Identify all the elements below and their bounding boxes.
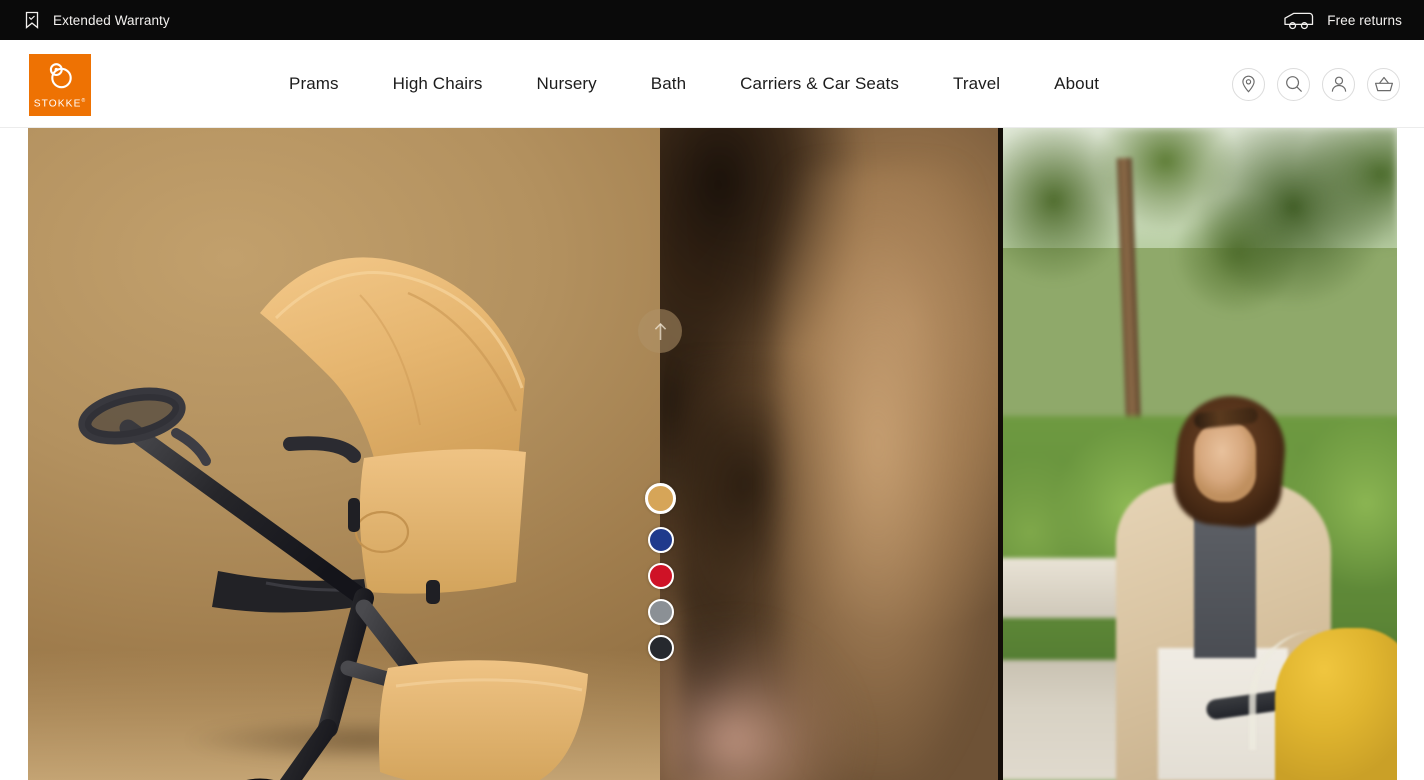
search-icon — [1285, 76, 1302, 93]
stroller-illustration — [78, 257, 588, 780]
location-pin-icon — [1242, 75, 1255, 93]
nav-item-high-chairs[interactable]: High Chairs — [366, 74, 510, 94]
swatch-black[interactable] — [647, 635, 674, 661]
nav-item-nursery[interactable]: Nursery — [510, 74, 624, 94]
arrow-up-icon — [654, 322, 666, 340]
closeup-lower-highlight — [660, 600, 860, 780]
color-swatch-list — [645, 483, 676, 661]
lifestyle-woman-top — [1194, 508, 1256, 658]
warranty-ribbon-icon — [24, 11, 40, 29]
stokke-logo-mark — [45, 62, 75, 95]
search-button[interactable] — [1277, 67, 1310, 101]
free-returns-label: Free returns — [1327, 12, 1402, 28]
nav-item-prams[interactable]: Prams — [262, 74, 366, 94]
delivery-truck-icon — [1284, 11, 1314, 30]
extended-warranty-label: Extended Warranty — [53, 12, 170, 28]
account-button[interactable] — [1322, 67, 1355, 101]
stokke-logo[interactable]: STOKKE® — [29, 54, 91, 116]
stage-left-margin — [0, 128, 28, 780]
scroll-up-button[interactable] — [638, 309, 682, 353]
lifestyle-divider — [998, 128, 1003, 780]
nav-item-about[interactable]: About — [1027, 74, 1126, 94]
swatch-deep-blue[interactable] — [647, 527, 674, 553]
promo-bar: Extended Warranty Free returns — [0, 0, 1424, 40]
product-image[interactable] — [28, 128, 660, 780]
swatch-ruby-red[interactable] — [647, 563, 674, 589]
lifestyle-woman-face — [1194, 420, 1256, 502]
main-navigation: Prams High Chairs Nursery Bath Carriers … — [262, 40, 1126, 128]
hero-stage — [0, 128, 1424, 780]
header-actions — [1232, 40, 1400, 128]
stage-right-margin — [1397, 128, 1424, 780]
nav-item-bath[interactable]: Bath — [624, 74, 713, 94]
store-locator-button[interactable] — [1232, 67, 1265, 101]
stokke-wordmark: STOKKE® — [33, 97, 87, 110]
closeup-image[interactable] — [660, 128, 998, 780]
user-icon — [1331, 76, 1346, 92]
nav-item-travel[interactable]: Travel — [926, 74, 1027, 94]
swatch-golden-bronze[interactable] — [645, 483, 676, 514]
site-header: STOKKE® Prams High Chairs Nursery Bath C… — [0, 40, 1424, 128]
lifestyle-image[interactable] — [998, 128, 1397, 780]
nav-item-carriers-car-seats[interactable]: Carriers & Car Seats — [713, 74, 926, 94]
swatch-grey[interactable] — [647, 599, 674, 625]
stokke-homepage: Extended Warranty Free returns STOKKE® P… — [0, 0, 1424, 780]
basket-icon — [1374, 76, 1393, 92]
free-returns-promo[interactable]: Free returns — [1284, 11, 1402, 30]
extended-warranty-promo[interactable]: Extended Warranty — [24, 11, 170, 29]
cart-button[interactable] — [1367, 67, 1400, 101]
